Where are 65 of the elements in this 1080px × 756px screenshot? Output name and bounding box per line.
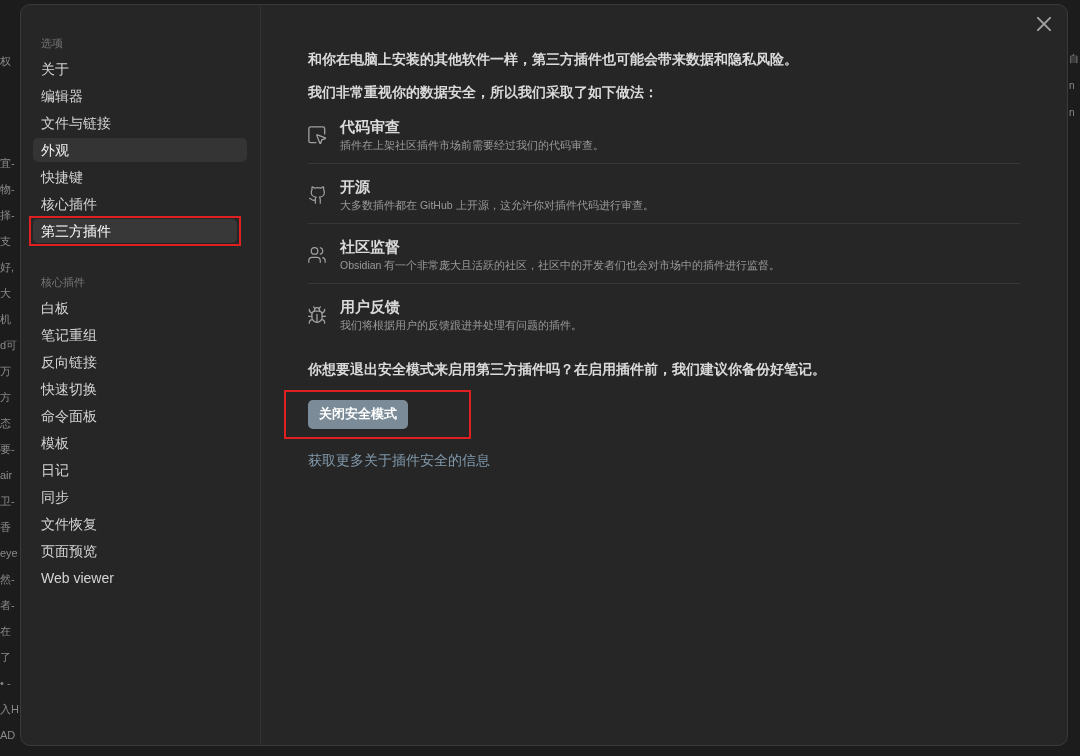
background-text: • - (0, 676, 12, 691)
sidebar-item[interactable]: 页面预览 (33, 539, 247, 563)
background-text: 香 (0, 520, 12, 535)
background-text: 权 (0, 54, 12, 69)
users-icon (308, 246, 326, 264)
background-text: 支 (0, 234, 12, 249)
background-text: 者- (0, 598, 16, 613)
sidebar-item[interactable]: 反向链接 (33, 350, 247, 374)
background-text: 自 (1069, 52, 1080, 66)
background-text: 在 (0, 624, 12, 639)
background-text: 了 (0, 650, 12, 665)
sidebar-item[interactable]: 文件与链接 (33, 111, 247, 135)
background-text: 好, (0, 260, 16, 275)
section-heading: 核心插件 (40, 275, 86, 289)
sidebar-item[interactable]: 第三方插件 (33, 219, 237, 243)
background-text: n (1069, 106, 1076, 120)
background-text: 要- (0, 442, 16, 457)
measure-description: 插件在上架社区插件市场前需要经过我们的代码审查。 (340, 138, 604, 153)
pointer-square-icon (308, 126, 326, 144)
sidebar-item[interactable]: 命令面板 (33, 404, 247, 428)
intro-text: 和你在电脑上安装的其他软件一样，第三方插件也可能会带来数据和隐私风险。 (308, 50, 799, 69)
background-text: 宜- (0, 156, 16, 171)
sidebar-item[interactable]: 外观 (33, 138, 247, 162)
sidebar-item[interactable]: 白板 (33, 296, 247, 320)
background-text: 物- (0, 182, 16, 197)
learn-more-link[interactable]: 获取更多关于插件安全的信息 (308, 450, 490, 470)
measure-description: 大多数插件都在 GitHub 上开源，这允许你对插件代码进行审查。 (340, 198, 654, 213)
bug-icon (308, 306, 326, 324)
background-text: 卫- (0, 494, 16, 509)
background-text: air (0, 468, 14, 483)
background-text: n (1069, 79, 1076, 93)
background-text: 方 (0, 390, 12, 405)
measure-title: 开源 (340, 177, 371, 197)
sidebar-item[interactable]: 编辑器 (33, 84, 247, 108)
sidebar-item[interactable]: 笔记重组 (33, 323, 247, 347)
sidebar-item[interactable]: 日记 (33, 458, 247, 482)
measure-description: 我们将根据用户的反馈跟进并处理有问题的插件。 (340, 318, 582, 333)
sidebar-item[interactable]: 核心插件 (33, 192, 247, 216)
measures-heading: 我们非常重视你的数据安全，所以我们采取了如下做法： (308, 83, 659, 102)
background-text: 机 (0, 312, 12, 327)
safe-mode-question: 你想要退出安全模式来启用第三方插件吗？在启用插件前，我们建议你备份好笔记。 (308, 360, 827, 379)
background-text: d可 (0, 338, 19, 353)
background-text: 然- (0, 572, 16, 587)
background-text: eye (0, 546, 19, 561)
background-text: 入H (0, 702, 20, 717)
section-heading: 选项 (40, 36, 64, 50)
sidebar-item[interactable]: 同步 (33, 485, 247, 509)
sidebar-item[interactable]: 快速切换 (33, 377, 247, 401)
background-text: 万 (0, 364, 12, 379)
sidebar-item[interactable]: 文件恢复 (33, 512, 247, 536)
background-text: 大 (0, 286, 12, 301)
background-text: 择- (0, 208, 16, 223)
cat-icon (308, 186, 326, 204)
sidebar-item[interactable]: Web viewer (33, 566, 247, 590)
sidebar-item[interactable]: 模板 (33, 431, 247, 455)
measure-title: 代码审查 (340, 117, 401, 137)
measure-title: 社区监督 (340, 237, 401, 257)
measure-title: 用户反馈 (340, 297, 401, 317)
measure-description: Obsidian 有一个非常庞大且活跃的社区，社区中的开发者们也会对市场中的插件进行监督。 (340, 258, 781, 273)
background-text: 态 (0, 416, 12, 431)
sidebar-item[interactable]: 快捷键 (33, 165, 247, 189)
sidebar-item[interactable]: 关于 (33, 57, 247, 81)
background-text: AD (0, 728, 17, 743)
close-button[interactable] (1037, 17, 1051, 31)
close-icon (1037, 17, 1051, 31)
